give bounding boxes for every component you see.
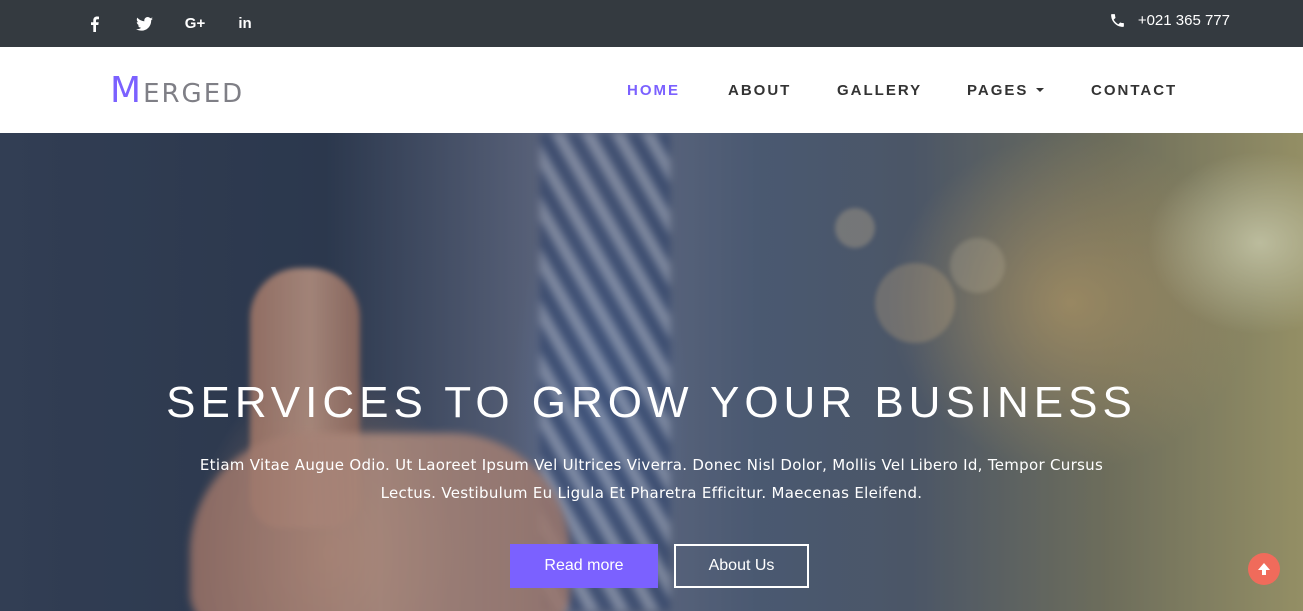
arrow-up-icon	[1258, 563, 1270, 575]
phone-number: +021 365 777	[1137, 11, 1230, 29]
linkedin-icon[interactable]: in	[230, 0, 260, 47]
main-navbar: MERGED HOME ABOUT GALLERY PAGES CONTACT	[0, 47, 1303, 133]
top-bar: G+ in +021 365 777	[0, 0, 1303, 47]
facebook-icon[interactable]	[79, 0, 109, 47]
nav-home[interactable]: HOME	[627, 47, 680, 133]
google-plus-glyph: G+	[184, 15, 206, 32]
hero-description: Etiam Vitae Augue Odio. Ut Laoreet Ipsum…	[199, 456, 1104, 502]
linkedin-glyph: in	[238, 15, 252, 32]
about-us-button[interactable]: About Us	[674, 544, 809, 588]
nav-contact[interactable]: CONTACT	[1091, 47, 1177, 133]
hero-overlay	[0, 133, 1303, 611]
nav-pages[interactable]: PAGES	[967, 47, 1045, 133]
hero-title: SERVICES TO GROW YOUR BUSINESS	[166, 378, 1137, 427]
caret-down-icon	[1036, 88, 1045, 92]
nav-about[interactable]: ABOUT	[728, 47, 791, 133]
read-more-button[interactable]: Read more	[510, 544, 658, 588]
phone-contact[interactable]: +021 365 777	[1109, 0, 1230, 40]
logo-rest: ERGED	[143, 79, 245, 109]
google-plus-icon[interactable]: G+	[180, 0, 210, 47]
logo-initial: M	[110, 70, 144, 111]
scroll-to-top-button[interactable]	[1248, 553, 1280, 585]
nav-pages-label: PAGES	[967, 81, 1029, 99]
site-logo[interactable]: MERGED	[110, 71, 244, 114]
twitter-icon[interactable]	[129, 0, 159, 47]
hero-banner: SERVICES TO GROW YOUR BUSINESS Etiam Vit…	[0, 133, 1303, 611]
nav-gallery[interactable]: GALLERY	[837, 47, 922, 133]
phone-icon	[1110, 13, 1124, 27]
